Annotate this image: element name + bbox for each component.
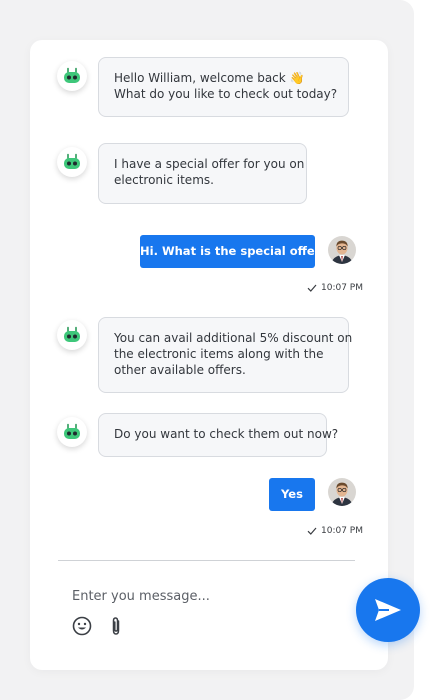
bot-message-bubble: You can avail additional 5% discount on … xyxy=(98,317,353,393)
paper-plane-icon xyxy=(375,599,401,621)
robot-icon xyxy=(64,423,80,439)
timestamp: 10:07 PM xyxy=(321,526,363,536)
timestamp: 10:07 PM xyxy=(321,283,363,293)
smiley-icon xyxy=(72,616,92,636)
robot-icon xyxy=(64,67,80,83)
emoji-button[interactable] xyxy=(71,615,93,637)
bot-avatar xyxy=(57,320,87,350)
paperclip-icon xyxy=(112,617,120,635)
bot-avatar xyxy=(57,61,87,91)
bot-message-bubble: I have a special offer for you on electr… xyxy=(98,143,307,204)
bot-avatar xyxy=(57,417,87,447)
bot-message-bubble: Hello William, welcome back 👋 What do yo… xyxy=(98,57,349,117)
check-icon xyxy=(307,527,317,535)
bot-avatar xyxy=(57,147,87,177)
attach-button[interactable] xyxy=(105,615,127,637)
message-line: What do you like to check out today? xyxy=(114,87,338,101)
message-line: I have a special offer for you on xyxy=(114,157,305,171)
user-avatar xyxy=(328,478,356,506)
user-avatar xyxy=(328,236,356,264)
message-line: other available offers. xyxy=(114,363,246,377)
message-input[interactable] xyxy=(72,584,342,608)
check-icon xyxy=(307,284,317,292)
message-meta: 10:07 PM xyxy=(307,526,363,536)
message-line: electronic items. xyxy=(114,173,214,187)
composer-divider xyxy=(58,560,355,561)
user-message-bubble: Yes xyxy=(269,478,315,511)
message-line: You can avail additional 5% discount on xyxy=(114,331,353,345)
robot-icon xyxy=(64,326,80,342)
message-line: the electronic items along with the xyxy=(114,347,324,361)
robot-icon xyxy=(64,153,80,169)
message-line: Hello William, welcome back 👋 xyxy=(114,71,305,85)
message-meta: 10:07 PM xyxy=(307,283,363,293)
bot-message-bubble: Do you want to check them out now? xyxy=(98,413,339,457)
user-message-bubble: Hi. What is the special offer? xyxy=(140,235,327,268)
send-button[interactable] xyxy=(356,578,420,642)
message-line: Do you want to check them out now? xyxy=(114,427,339,441)
